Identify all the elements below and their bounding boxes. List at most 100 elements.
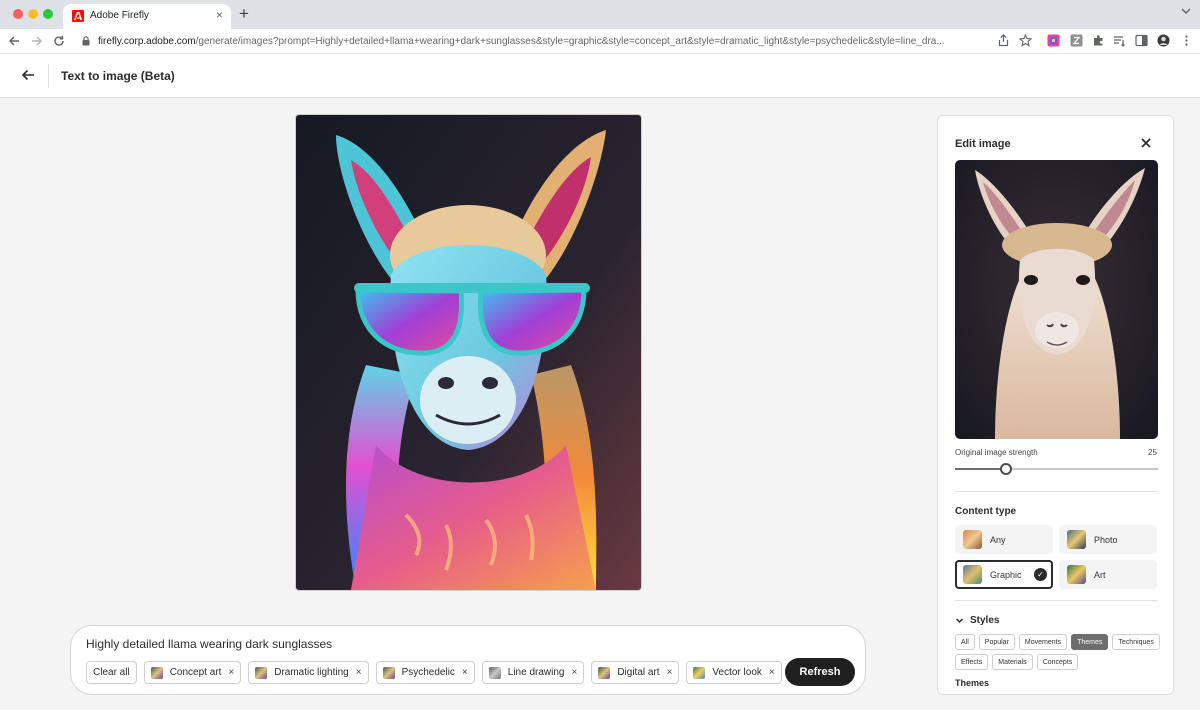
content-type-any[interactable]: Any — [955, 525, 1053, 554]
app-header: Text to image (Beta) — [0, 54, 1200, 98]
remove-chip-icon[interactable]: × — [667, 667, 673, 678]
filter-materials[interactable]: Materials — [992, 654, 1033, 670]
profile-avatar[interactable] — [1157, 34, 1170, 47]
style-chip-concept-art[interactable]: Concept art × — [143, 661, 242, 684]
page-title: Text to image (Beta) — [61, 69, 175, 83]
digital-art-thumbnail — [598, 666, 611, 679]
side-panel-icon[interactable] — [1135, 34, 1148, 47]
content-type-label: Art — [1094, 569, 1106, 580]
chevron-down-icon — [955, 618, 964, 624]
chip-label: Digital art — [617, 667, 660, 678]
chevron-down-icon[interactable] — [1181, 8, 1191, 14]
line-drawing-thumbnail — [488, 666, 501, 679]
content-type-title: Content type — [955, 506, 1017, 517]
llama-photo-illustration — [955, 160, 1158, 439]
content-type-graphic[interactable]: Graphic ✓ — [955, 560, 1053, 589]
chip-label: Line drawing — [507, 667, 565, 678]
content-type-label: Graphic — [990, 569, 1022, 580]
filter-techniques[interactable]: Techniques — [1112, 634, 1160, 650]
header-divider — [48, 64, 49, 88]
adobe-logo-icon — [72, 10, 84, 22]
remove-chip-icon[interactable]: × — [228, 667, 234, 678]
strength-value: 25 — [1148, 448, 1157, 457]
new-tab-button[interactable]: + — [239, 4, 249, 24]
chip-label: Concept art — [169, 667, 222, 678]
style-chip-line-drawing[interactable]: Line drawing × — [481, 661, 585, 684]
style-chip-digital-art[interactable]: Digital art × — [591, 661, 680, 684]
slider-fill — [955, 468, 1006, 470]
filter-popular[interactable]: Popular — [978, 634, 1015, 650]
lock-icon — [82, 36, 90, 46]
chip-label: Vector look — [712, 667, 762, 678]
back-arrow-icon[interactable] — [20, 67, 36, 83]
remove-chip-icon[interactable]: × — [571, 667, 577, 678]
puzzle-extensions-icon[interactable] — [1092, 34, 1105, 47]
back-icon[interactable] — [8, 35, 20, 47]
llama-sunglasses-illustration — [296, 115, 641, 590]
strength-label: Original image strength — [955, 448, 1038, 457]
remove-chip-icon[interactable]: × — [769, 667, 775, 678]
remove-chip-icon[interactable]: × — [462, 667, 468, 678]
content-type-label: Any — [990, 534, 1006, 545]
style-chip-dramatic-lighting[interactable]: Dramatic lighting × — [248, 661, 369, 684]
address-bar[interactable]: firefly.corp.adobe.com/generate/images?p… — [73, 31, 998, 52]
style-chip-psychedelic[interactable]: Psychedelic × — [375, 661, 475, 684]
any-thumbnail — [963, 530, 982, 549]
clear-all-button[interactable]: Clear all — [86, 661, 137, 684]
filter-movements[interactable]: Movements — [1018, 634, 1068, 650]
photo-thumbnail — [1067, 530, 1086, 549]
styles-section-toggle[interactable]: Styles — [955, 615, 999, 626]
style-chip-vector-look[interactable]: Vector look × — [686, 661, 782, 684]
filter-all[interactable]: All — [955, 634, 975, 650]
zotero-extension-icon[interactable] — [1070, 34, 1083, 47]
strength-slider[interactable] — [955, 463, 1158, 475]
graphic-thumbnail — [963, 565, 982, 584]
concept-art-thumbnail — [150, 666, 163, 679]
style-chip-row: Clear all Concept art × Dramatic lightin… — [86, 661, 782, 684]
forward-icon[interactable] — [31, 35, 43, 47]
content-type-label: Photo — [1094, 534, 1118, 545]
style-filter-row: All Popular Movements Themes Techniques … — [955, 634, 1160, 670]
themes-heading: Themes — [955, 678, 990, 688]
colorful-extension-icon[interactable] — [1047, 34, 1060, 47]
window-maximize-button[interactable] — [43, 9, 53, 19]
url-path: /generate/images?prompt=Highly+detailed+… — [195, 36, 945, 47]
url-host: firefly.corp.adobe.com — [98, 36, 196, 47]
window-minimize-button[interactable] — [28, 9, 38, 19]
filter-effects[interactable]: Effects — [955, 654, 989, 670]
chip-label: Psychedelic — [401, 667, 455, 678]
psychedelic-thumbnail — [382, 666, 395, 679]
browser-tab-bar: Adobe Firefly × + — [0, 0, 1200, 29]
filter-concepts[interactable]: Concepts — [1036, 654, 1079, 670]
close-tab-icon[interactable]: × — [216, 8, 223, 22]
window-close-button[interactable] — [13, 9, 23, 19]
vector-look-thumbnail — [693, 666, 706, 679]
filter-themes[interactable]: Themes — [1071, 634, 1109, 650]
prompt-bar: Highly detailed llama wearing dark sungl… — [70, 625, 866, 695]
tab-title: Adobe Firefly — [90, 10, 149, 21]
reload-icon[interactable] — [53, 35, 65, 47]
browser-toolbar: firefly.corp.adobe.com/generate/images?p… — [0, 29, 1200, 54]
url-text: firefly.corp.adobe.com/generate/images?p… — [98, 36, 993, 47]
more-options-icon[interactable] — [1180, 34, 1193, 47]
content-type-art[interactable]: Art — [1059, 560, 1157, 589]
browser-tab[interactable]: Adobe Firefly × — [63, 4, 231, 29]
remove-chip-icon[interactable]: × — [356, 667, 362, 678]
reference-image[interactable] — [955, 160, 1158, 439]
checkmark-icon: ✓ — [1034, 568, 1047, 581]
refresh-button[interactable]: Refresh — [785, 658, 855, 686]
edit-image-panel: Edit image Original image strength 25 Co… — [937, 115, 1174, 695]
chip-label: Dramatic lighting — [274, 667, 349, 678]
slider-handle[interactable] — [999, 463, 1012, 475]
prompt-input[interactable]: Highly detailed llama wearing dark sungl… — [86, 637, 332, 651]
styles-title: Styles — [970, 615, 1000, 626]
bookmark-star-icon[interactable] — [1019, 34, 1032, 47]
share-icon[interactable] — [997, 34, 1010, 47]
generated-image[interactable] — [296, 115, 641, 590]
reading-list-icon[interactable] — [1113, 34, 1126, 47]
art-thumbnail — [1067, 565, 1086, 584]
content-type-photo[interactable]: Photo — [1059, 525, 1157, 554]
dramatic-lighting-thumbnail — [255, 666, 268, 679]
panel-divider — [955, 491, 1158, 492]
close-icon[interactable] — [1140, 137, 1152, 149]
